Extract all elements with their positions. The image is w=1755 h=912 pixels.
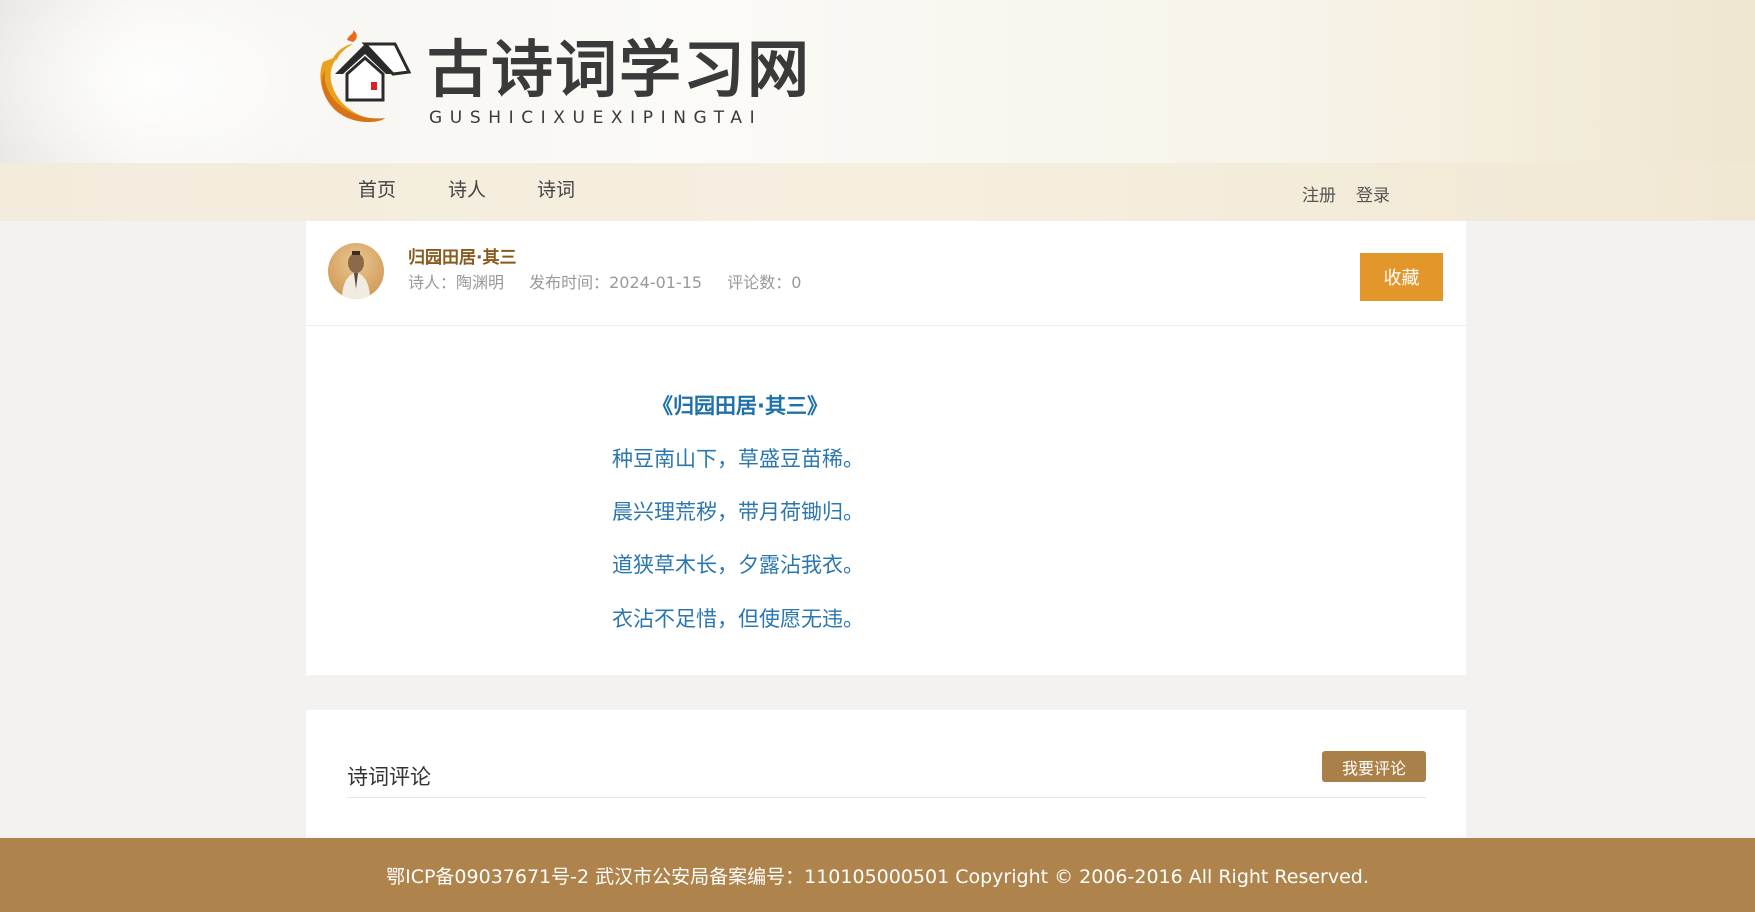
nav-item-home[interactable]: 首页	[358, 175, 396, 202]
nav-item-poets[interactable]: 诗人	[448, 175, 486, 202]
poem-header-title[interactable]: 归园田居·其三	[408, 243, 516, 268]
divider	[347, 797, 1426, 798]
site-title[interactable]: 古诗词学习网	[427, 34, 811, 106]
poem-title: 《归园田居·其三》	[652, 394, 828, 418]
login-link[interactable]: 登录	[1356, 181, 1390, 206]
publish-time: 发布时间：2024-01-15	[529, 273, 703, 292]
poet-avatar-icon[interactable]	[328, 243, 384, 299]
poem-line: 衣沾不足惜，但使愿无违。	[612, 607, 864, 631]
header-banner: 古诗词学习网 GUSHICIXUEXIPINGTAI	[0, 0, 1755, 163]
footer: 鄂ICP备09037671号-2 武汉市公安局备案编号：110105000501…	[0, 838, 1755, 912]
site-subtitle: GUSHICIXUEXIPINGTAI	[429, 108, 763, 128]
comment-count: 评论数：0	[727, 273, 802, 292]
nav-item-poems[interactable]: 诗词	[537, 175, 575, 202]
comments-title: 诗词评论	[347, 765, 431, 789]
logo-house-icon[interactable]	[313, 30, 413, 130]
banner-glow	[0, 0, 360, 163]
register-link[interactable]: 注册	[1302, 181, 1336, 206]
nav-bar	[0, 163, 1755, 221]
add-comment-button[interactable]: 我要评论	[1322, 751, 1426, 782]
poet-name: 诗人：陶渊明	[408, 273, 505, 292]
comments-section: 诗词评论 我要评论	[306, 710, 1466, 838]
footer-copyright: 鄂ICP备09037671号-2 武汉市公安局备案编号：110105000501…	[386, 865, 1369, 888]
poem-line: 种豆南山下，草盛豆苗稀。	[612, 447, 864, 471]
favorite-button[interactable]: 收藏	[1360, 253, 1443, 301]
poem-meta: 诗人：陶渊明 发布时间：2024-01-15 评论数：0	[408, 269, 821, 293]
poem-line: 晨兴理荒秽，带月荷锄归。	[612, 500, 864, 524]
poem-line: 道狭草木长，夕露沾我衣。	[612, 553, 864, 577]
poem-header: 归园田居·其三 诗人：陶渊明 发布时间：2024-01-15 评论数：0 收藏	[306, 221, 1466, 326]
poem-card: 归园田居·其三 诗人：陶渊明 发布时间：2024-01-15 评论数：0 收藏 …	[306, 221, 1466, 675]
poem-body: 《归园田居·其三》 种豆南山下，草盛豆苗稀。 晨兴理荒秽，带月荷锄归。 道狭草木…	[306, 326, 1466, 675]
